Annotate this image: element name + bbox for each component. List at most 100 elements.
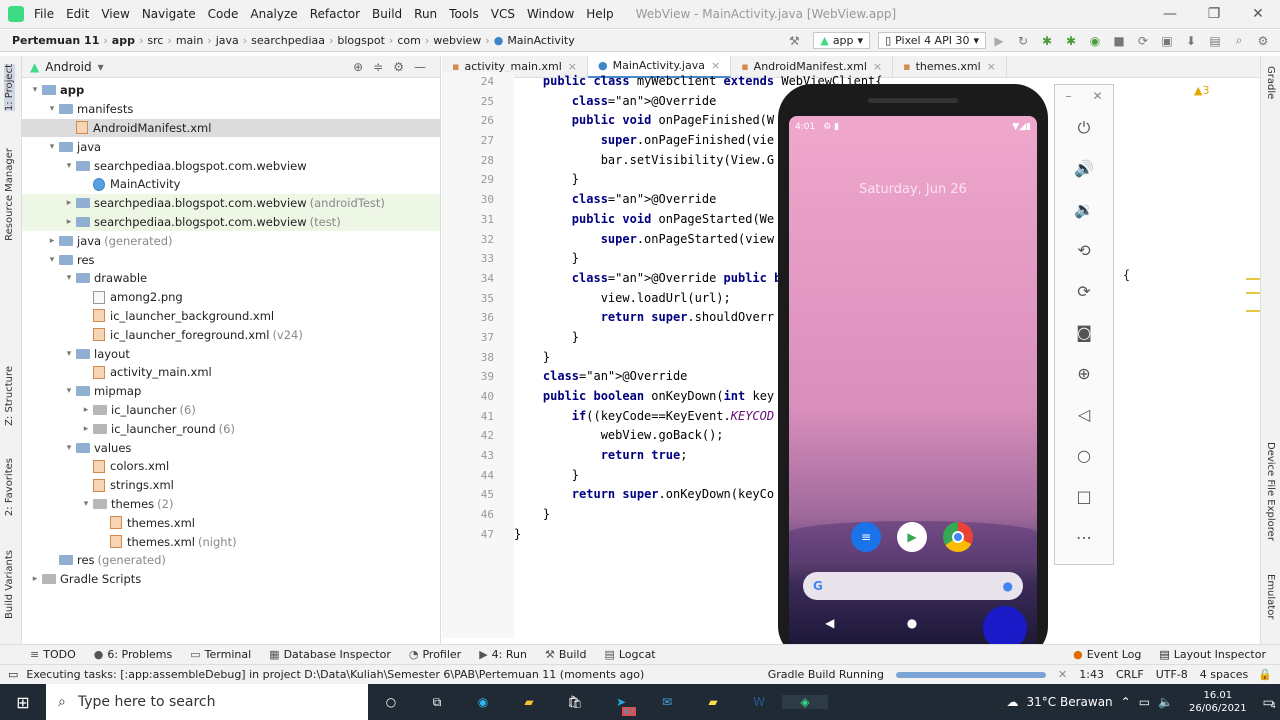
settings-icon[interactable]: ⚙ (1254, 34, 1272, 48)
tree-item[interactable]: themes.xml (22, 513, 440, 532)
more-icon[interactable]: ⋯ (1055, 517, 1113, 558)
bottom-tab[interactable]: ⚒ Build (545, 648, 587, 661)
breadcrumb-item[interactable]: searchpediaa (251, 34, 325, 47)
minimize-icon[interactable]: — (1148, 6, 1192, 22)
breadcrumb-item[interactable]: java (216, 34, 239, 47)
cortana-icon[interactable]: ○ (368, 695, 414, 709)
sync-icon[interactable]: ⟳ (1134, 34, 1152, 48)
close-tab-icon[interactable]: × (711, 59, 720, 72)
tree-item[interactable]: ▸ Gradle Scripts (22, 570, 440, 589)
chevron-down-icon[interactable]: ▾ (62, 443, 76, 453)
weather-text[interactable]: 31°C Berawan (1027, 695, 1113, 709)
task-view-icon[interactable]: ⧉ (414, 695, 460, 710)
tree-item[interactable]: ic_launcher_foreground.xml (v24) (22, 325, 440, 344)
menu-item-window[interactable]: Window (527, 7, 574, 21)
menu-item-tools[interactable]: Tools (449, 7, 479, 21)
collapse-all-icon[interactable]: ≑ (373, 60, 393, 74)
breadcrumb-item[interactable]: MainActivity (507, 34, 574, 47)
layout-inspector-icon[interactable]: ▤ (1206, 34, 1224, 48)
messages-icon[interactable]: ≡ (851, 522, 881, 552)
profile-icon[interactable]: ◉ (1086, 34, 1104, 48)
chevron-down-icon[interactable]: ▾ (62, 349, 76, 359)
sdk-manager-icon[interactable]: ⬇ (1182, 34, 1200, 48)
close-icon[interactable]: ✕ (1236, 6, 1280, 22)
tool-tab-favorites[interactable]: 2: Favorites (4, 458, 15, 516)
restore-icon[interactable]: ❐ (1192, 6, 1236, 22)
chevron-right-icon[interactable]: ▸ (28, 574, 42, 584)
tool-tab-structure[interactable]: Z: Structure (4, 366, 15, 426)
chevron-right-icon[interactable]: ▸ (79, 424, 93, 434)
breadcrumb-item[interactable]: webview (433, 34, 481, 47)
project-view-select[interactable]: Android (45, 60, 91, 74)
mail-icon[interactable]: ✉ (644, 695, 690, 709)
tree-item[interactable]: ▾ layout (22, 344, 440, 363)
tree-item[interactable]: ▸ searchpediaa.blogspot.com.webview (andro… (22, 193, 440, 213)
locate-icon[interactable]: ⊕ (353, 60, 373, 74)
line-separator[interactable]: CRLF (1116, 668, 1144, 681)
tab-event-log[interactable]: ● Event Log (1073, 648, 1141, 661)
back-icon[interactable]: ◁ (1055, 394, 1113, 435)
android-studio-taskbar-icon[interactable]: ◈ (782, 695, 828, 709)
bottom-tab[interactable]: ▭ Terminal (190, 648, 251, 661)
breadcrumb-item[interactable]: main (176, 34, 203, 47)
chevron-down-icon[interactable]: ▾ (45, 142, 59, 152)
google-search-bar[interactable]: G ● (803, 572, 1023, 600)
tree-item[interactable]: ▾ searchpediaa.blogspot.com.webview (22, 156, 440, 175)
tree-item[interactable]: ic_launcher_background.xml (22, 307, 440, 326)
tree-item[interactable]: ▾ drawable (22, 269, 440, 288)
volume-icon[interactable]: 🔈 (1158, 695, 1173, 709)
warning-count[interactable]: ▲3 (1194, 84, 1209, 97)
chevron-right-icon[interactable]: ▸ (62, 217, 76, 227)
breadcrumb-item[interactable]: blogspot (337, 34, 385, 47)
chevron-down-icon[interactable]: ▾ (28, 85, 42, 95)
tree-item[interactable]: ▸ ic_launcher_round (6) (22, 419, 440, 438)
tree-item[interactable]: activity_main.xml (22, 363, 440, 382)
menu-item-analyze[interactable]: Analyze (250, 7, 297, 21)
tree-item[interactable]: among2.png (22, 288, 440, 307)
indent-setting[interactable]: 4 spaces (1200, 668, 1249, 681)
gradle-status[interactable]: Gradle Build Running (768, 668, 884, 681)
word-icon[interactable]: W (736, 695, 782, 709)
tool-tab-project[interactable]: 1: Project (4, 64, 15, 112)
tab-layout-inspector[interactable]: ▤ Layout Inspector (1159, 648, 1266, 661)
menu-item-file[interactable]: File (34, 7, 54, 21)
tree-item[interactable]: ▾ res (22, 250, 440, 269)
search-icon[interactable]: ⌕ (1230, 33, 1248, 48)
chevron-down-icon[interactable]: ▾ (79, 499, 93, 509)
tree-item[interactable]: ▾ app (22, 81, 440, 100)
home-icon[interactable]: ● (907, 616, 917, 630)
menu-item-build[interactable]: Build (372, 7, 402, 21)
telegram-icon[interactable]: ➤ 62 (598, 695, 644, 716)
clock[interactable]: 16.01 26/06/2021 (1189, 689, 1247, 715)
breadcrumb-item[interactable]: app (112, 34, 135, 47)
tool-tab-build-variants[interactable]: Build Variants (4, 550, 15, 619)
edge-icon[interactable]: ◉ (460, 695, 506, 709)
run-config-select[interactable]: ▲ app ▾ (813, 32, 871, 49)
menu-item-view[interactable]: View (101, 7, 129, 21)
breadcrumb-item[interactable]: src (147, 34, 163, 47)
chevron-down-icon[interactable]: ▾ (45, 255, 59, 265)
rotate-left-icon[interactable]: ⟲ (1055, 230, 1113, 271)
tool-tab-emulator[interactable]: Emulator (1265, 574, 1276, 619)
taskbar-search[interactable]: ⌕ Type here to search (46, 684, 368, 720)
close-icon[interactable]: ✕ (1092, 89, 1102, 103)
chevron-down-icon[interactable]: ▾ (62, 273, 76, 283)
debug-icon[interactable]: ✱ (1038, 34, 1056, 48)
lock-icon[interactable]: 🔒 (1258, 668, 1272, 681)
sticky-notes-icon[interactable]: ▰ (690, 695, 736, 709)
gear-icon[interactable]: ⚙ (393, 60, 414, 74)
tree-item[interactable]: ▾ values (22, 438, 440, 457)
tree-item[interactable]: AndroidManifest.xml (22, 118, 440, 138)
bottom-tab[interactable]: ▤ Logcat (604, 648, 655, 661)
chevron-down-icon[interactable]: ▾ (62, 161, 76, 171)
tree-item[interactable]: ▸ ic_launcher (6) (22, 401, 440, 420)
caret-position[interactable]: 1:43 (1079, 668, 1104, 681)
tree-item[interactable]: themes.xml (night) (22, 532, 440, 551)
menu-item-vcs[interactable]: VCS (491, 7, 515, 21)
network-icon[interactable]: ▭ (1139, 695, 1150, 709)
stop-icon[interactable]: ■ (1110, 34, 1128, 48)
tree-item[interactable]: ▾ manifests (22, 100, 440, 119)
menu-item-code[interactable]: Code (208, 7, 239, 21)
hammer-icon[interactable]: ⚒ (785, 34, 803, 48)
menu-item-help[interactable]: Help (586, 7, 613, 21)
